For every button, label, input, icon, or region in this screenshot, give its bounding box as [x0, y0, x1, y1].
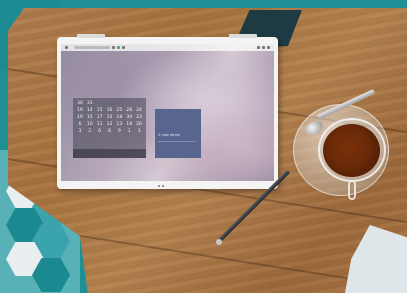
calendar-date: 15	[106, 115, 113, 120]
calendar-date: 11	[96, 122, 103, 127]
cup-handle	[348, 180, 356, 200]
tray-icon	[267, 46, 270, 49]
laptop-status-dots	[158, 185, 164, 187]
calendar-date	[114, 101, 124, 107]
calendar-date: 8	[108, 129, 111, 134]
widget-divider	[158, 141, 196, 142]
calendar-date: 14	[86, 108, 93, 113]
calendar-date	[95, 101, 105, 107]
app-icon	[112, 46, 115, 49]
calendar-date: 25	[116, 108, 123, 113]
app-icon	[122, 46, 125, 49]
screen-topbar	[61, 44, 274, 51]
calendar-date: 15	[96, 108, 103, 113]
photo-scene: 30 31 19 14 15 16 25 28 24 19 15 17 15 18 30 23 6 10 11 12 1…	[0, 0, 407, 293]
laptop-icon: 30 31 19 14 15 16 25 28 24 19 15 17 15 18 30 23 6 10 11 12 1…	[57, 34, 278, 189]
laptop-screen: 30 31 19 14 15 16 25 28 24 19 15 17 15 18 30 23 6 10 11 12 1…	[61, 44, 274, 181]
calendar-date: 9	[117, 129, 121, 134]
laptop-hinge	[229, 34, 257, 38]
calendar-footer	[73, 149, 146, 158]
calendar-date: 24	[136, 108, 142, 113]
tray-icon	[262, 46, 265, 49]
calendar-date: 3	[137, 129, 141, 134]
calendar-date: 13	[116, 122, 123, 127]
calendar-date: 19	[76, 108, 83, 113]
calendar-date: 20	[136, 122, 142, 127]
menu-icon	[65, 46, 68, 49]
calendar-date	[134, 101, 144, 107]
calendar-date	[105, 101, 115, 107]
calendar-date: 6	[98, 129, 102, 134]
calendar-date: 23	[136, 115, 142, 120]
calendar-date: 15	[86, 115, 93, 120]
calendar-date: 16	[106, 108, 113, 113]
calendar-date: 17	[96, 115, 103, 120]
notification-widget: 2 new items	[155, 109, 201, 158]
calendar-date: 1	[127, 129, 131, 134]
calendar-grid: 30 31 19 14 15 16 25 28 24 19 15 17 15 18 30 23 6 10 11 12 1…	[75, 101, 144, 135]
calendar-date	[124, 101, 134, 107]
calendar-date: 30	[126, 115, 133, 120]
calendar-date: 3	[78, 129, 82, 134]
calendar-date: 18	[116, 115, 123, 120]
calendar-date: 30	[76, 101, 83, 106]
calendar-widget: 30 31 19 14 15 16 25 28 24 19 15 17 15 18 30 23 6 10 11 12 1…	[73, 98, 146, 158]
pen-tip	[216, 239, 222, 245]
search-bar	[74, 46, 110, 49]
tray-icon	[257, 46, 260, 49]
calendar-date: 10	[86, 122, 93, 127]
widget-text: 2 new items	[158, 133, 180, 137]
app-icon	[117, 46, 120, 49]
calendar-date: 31	[86, 101, 93, 106]
calendar-date: 6	[78, 122, 82, 127]
calendar-date: 2	[88, 129, 92, 134]
tea	[323, 124, 380, 177]
calendar-date: 19	[76, 115, 83, 120]
calendar-date: 18	[126, 122, 133, 127]
calendar-date: 12	[106, 122, 113, 127]
laptop-hinge	[77, 34, 105, 38]
calendar-date: 28	[126, 108, 133, 113]
